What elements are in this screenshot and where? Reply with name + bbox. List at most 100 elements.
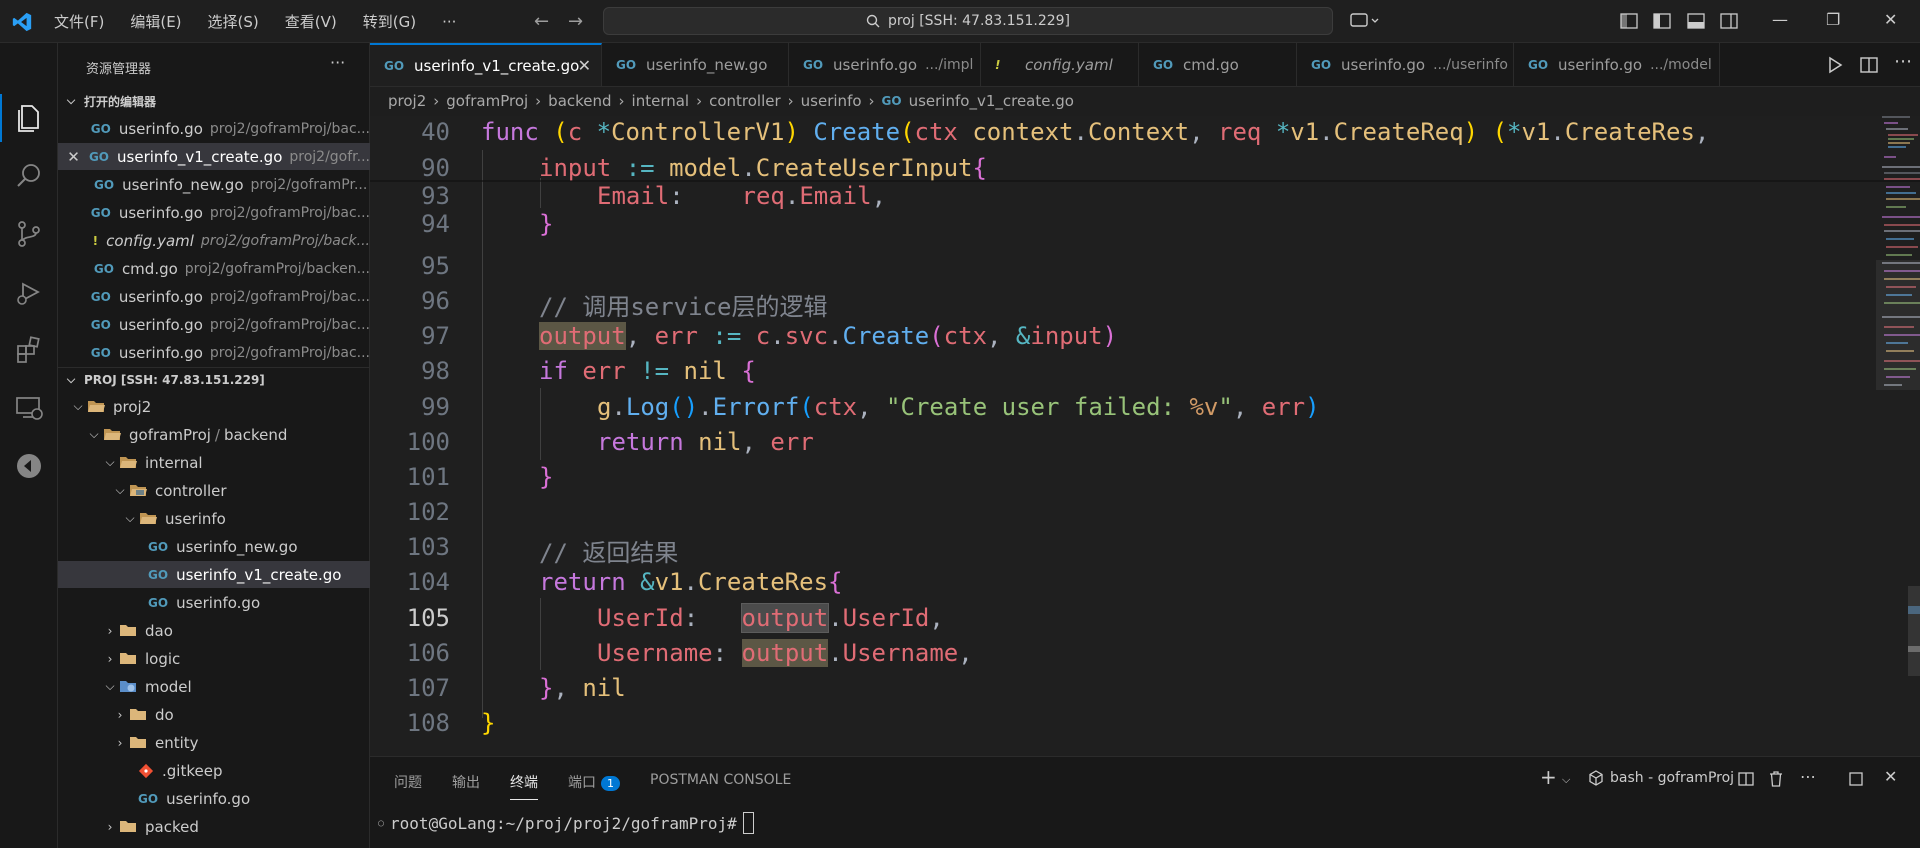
breadcrumb-item[interactable]: userinfo [801, 92, 862, 110]
open-editor-item[interactable]: GO userinfo_new.go proj2/goframPr... [58, 171, 370, 198]
tab-userinfo-v1-create[interactable]: GO userinfo_v1_create.go ✕ [370, 43, 602, 86]
menu-edit[interactable]: 编辑(E) [130, 11, 181, 32]
maximize-button[interactable]: ❐ [1826, 10, 1840, 29]
open-editor-item-active[interactable]: ✕ GO userinfo_v1_create.go proj2/gofr... [58, 143, 370, 170]
back-arrow-icon[interactable]: ← [534, 11, 549, 32]
toggle-sidebar-icon[interactable] [1653, 12, 1671, 30]
tree-label: userinfo_v1_create.go [176, 565, 342, 584]
open-editors-header[interactable]: ⌵ 打开的编辑器 [58, 89, 370, 113]
remote-explorer-icon[interactable] [13, 392, 45, 424]
toggle-secondary-sidebar-icon[interactable] [1720, 12, 1738, 30]
tab-userinfo-model[interactable]: GO userinfo.go .../model [1514, 43, 1720, 86]
menu-file[interactable]: 文件(F) [54, 11, 104, 32]
indent-guide [540, 388, 541, 460]
tab-description: .../userinfo [1433, 56, 1508, 73]
open-editor-path: proj2/goframProj/bac... [209, 120, 370, 137]
tree-label: backend [223, 425, 288, 444]
tab-label: cmd.go [1183, 55, 1239, 74]
close-panel-icon[interactable]: ✕ [1884, 767, 1897, 786]
tree-file[interactable]: GO userinfo_new.go [58, 533, 370, 560]
split-editor-icon[interactable] [1860, 56, 1878, 74]
tree-file[interactable]: GO userinfo.go [58, 785, 370, 812]
tree-folder-logic[interactable]: › logic [58, 645, 370, 672]
tree-folder-model[interactable]: ⌵ model [58, 673, 370, 700]
minimize-button[interactable]: — [1772, 10, 1788, 29]
tree-folder-do[interactable]: › do [58, 701, 370, 728]
tree-file[interactable]: GO userinfo.go [58, 589, 370, 616]
terminal-selector[interactable]: bash - goframProj [1588, 770, 1734, 786]
open-editor-item[interactable]: GO userinfo.go proj2/goframProj/bac... [58, 283, 370, 310]
tab-config-yaml[interactable]: ! config.yaml [981, 43, 1139, 86]
editor-more-actions-icon[interactable]: ⋯ [1894, 51, 1912, 72]
search-view-icon[interactable] [13, 160, 45, 192]
breadcrumb-item[interactable]: controller [709, 92, 781, 110]
tab-userinfo-userinfo[interactable]: GO userinfo.go .../userinfo [1297, 43, 1514, 86]
tab-output[interactable]: 输出 [452, 772, 480, 792]
explorer-icon[interactable] [13, 102, 45, 134]
open-editor-item[interactable]: GO userinfo.go proj2/goframProj/bac... [58, 115, 370, 142]
breadcrumb-item[interactable]: backend [548, 92, 611, 110]
menu-bar: 文件(F) 编辑(E) 选择(S) 查看(V) 转到(G) ··· [54, 0, 482, 43]
editor-scrollbar[interactable] [1906, 116, 1920, 756]
vscode-logo-icon [12, 12, 32, 32]
explorer-more-button[interactable]: ··· [330, 53, 345, 72]
tree-folder-entity[interactable]: › entity [58, 729, 370, 756]
minimap[interactable] [1812, 116, 1920, 756]
code-line-108: } [481, 709, 496, 737]
tab-ports[interactable]: 端口 1 [568, 772, 620, 792]
gitlens-icon[interactable] [13, 450, 45, 482]
code-editor[interactable]: 40 90 93 94 95 96 97 98 99 100 101 102 1… [370, 116, 1920, 756]
search-icon [866, 14, 880, 28]
open-editor-item[interactable]: GO cmd.go proj2/goframProj/backen... [58, 255, 370, 282]
open-editor-item[interactable]: GO userinfo.go proj2/goframProj/bac... [58, 311, 370, 338]
copilot-chat-icon[interactable] [1350, 12, 1380, 30]
tab-close-icon[interactable]: ✕ [578, 56, 591, 75]
tab-problems[interactable]: 问题 [394, 772, 422, 792]
tree-folder-proj2[interactable]: ⌵ proj2 [58, 393, 370, 420]
tree-folder-controller[interactable]: ⌵ controller [58, 477, 370, 504]
tree-folder-packed[interactable]: › packed [58, 813, 370, 840]
panel-more-icon[interactable]: ⋯ [1800, 767, 1816, 786]
split-terminal-icon[interactable] [1738, 771, 1754, 787]
source-control-icon[interactable] [13, 218, 45, 250]
breadcrumb-item[interactable]: proj2 [388, 92, 426, 110]
run-icon[interactable] [1826, 56, 1844, 74]
breadcrumb-item[interactable]: goframProj [446, 92, 528, 110]
tab-userinfo-impl[interactable]: GO userinfo.go .../impl [789, 43, 981, 86]
run-debug-icon[interactable] [13, 276, 45, 308]
customize-layout-icon[interactable] [1620, 12, 1638, 30]
menu-view[interactable]: 查看(V) [285, 11, 337, 32]
tree-folder-internal[interactable]: ⌵ internal [58, 449, 370, 476]
breadcrumb-item[interactable]: internal [632, 92, 690, 110]
code-line-90: input := model.CreateUserInput{ [539, 154, 987, 182]
new-terminal-plus-icon[interactable]: + [1540, 765, 1557, 789]
tree-file-selected[interactable]: GO userinfo_v1_create.go [58, 561, 370, 588]
open-editor-item[interactable]: GO userinfo.go proj2/goframProj/bac... [58, 199, 370, 226]
tree-folder-goframproj-backend[interactable]: ⌵ goframProj / backend [58, 421, 370, 448]
tab-userinfo-new[interactable]: GO userinfo_new.go [602, 43, 789, 86]
breadcrumb-item[interactable]: userinfo_v1_create.go [909, 92, 1074, 110]
trash-icon[interactable] [1768, 770, 1784, 787]
terminal[interactable]: ○ root@GoLang:~/proj/proj2/goframProj# [378, 812, 754, 834]
open-editor-item[interactable]: ! config.yaml proj2/goframProj/back... [58, 227, 370, 254]
command-center-search[interactable]: proj [SSH: 47.83.151.229] [603, 7, 1333, 35]
close-icon[interactable]: ✕ [58, 148, 89, 166]
menu-go[interactable]: 转到(G) [363, 11, 416, 32]
maximize-panel-icon[interactable] [1848, 771, 1864, 787]
extensions-icon[interactable] [13, 334, 45, 366]
forward-arrow-icon[interactable]: → [568, 11, 583, 32]
tree-folder-dao[interactable]: › dao [58, 617, 370, 644]
menu-selection[interactable]: 选择(S) [208, 11, 259, 32]
tab-postman-console[interactable]: POSTMAN CONSOLE [650, 772, 791, 792]
tab-terminal[interactable]: 终端 [510, 772, 538, 800]
project-section-header[interactable]: ⌵ PROJ [SSH: 47.83.151.229] [58, 367, 370, 392]
chevron-down-icon[interactable]: ⌵ [1562, 773, 1570, 787]
scrollbar-thumb[interactable] [1908, 586, 1920, 676]
tab-cmd[interactable]: GO cmd.go [1139, 43, 1297, 86]
toggle-panel-icon[interactable] [1687, 12, 1705, 30]
close-window-button[interactable]: ✕ [1884, 10, 1897, 29]
tree-folder-userinfo[interactable]: ⌵ userinfo [58, 505, 370, 532]
open-editor-item[interactable]: GO userinfo.go proj2/goframProj/bac... [58, 339, 370, 366]
tree-file-gitkeep[interactable]: .gitkeep [58, 757, 370, 784]
menu-more[interactable]: ··· [442, 13, 456, 31]
